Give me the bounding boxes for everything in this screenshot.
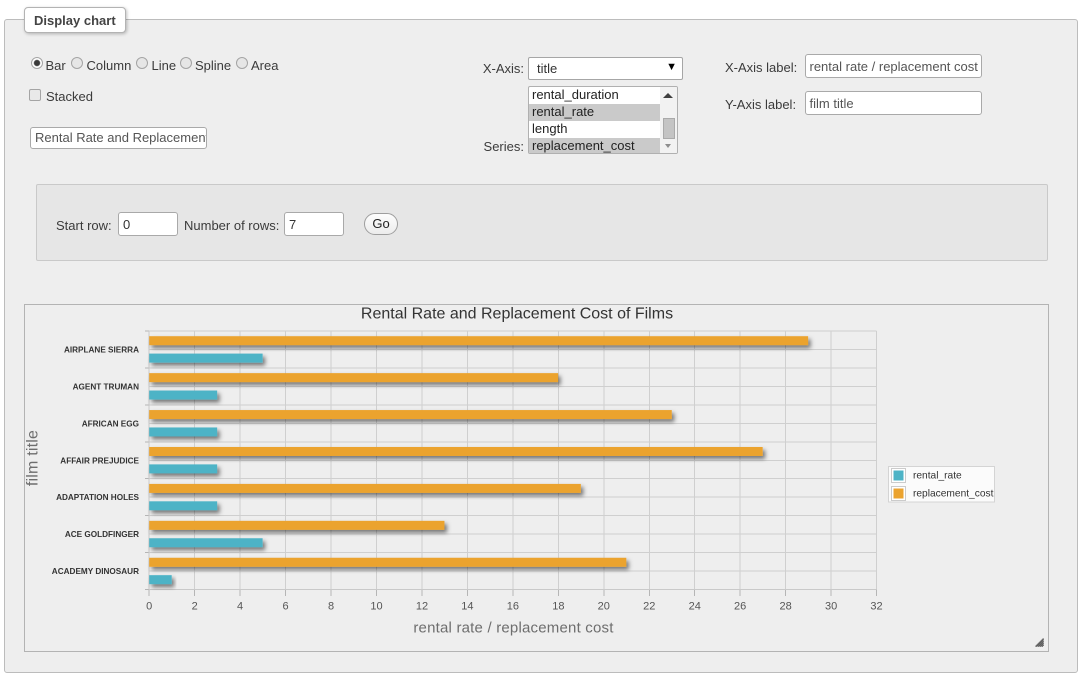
- svg-text:AFRICAN EGG: AFRICAN EGG: [82, 419, 139, 428]
- svg-text:12: 12: [416, 601, 428, 613]
- svg-text:6: 6: [283, 601, 289, 613]
- svg-text:ADAPTATION HOLES: ADAPTATION HOLES: [56, 493, 139, 502]
- svg-text:28: 28: [780, 601, 792, 613]
- svg-text:ACE GOLDFINGER: ACE GOLDFINGER: [65, 530, 139, 539]
- svg-text:AGENT TRUMAN: AGENT TRUMAN: [73, 382, 139, 391]
- svg-text:24: 24: [689, 601, 701, 613]
- svg-text:14: 14: [461, 601, 473, 613]
- svg-text:rental_rate: rental_rate: [913, 471, 962, 482]
- svg-text:26: 26: [734, 601, 746, 613]
- svg-text:10: 10: [370, 601, 382, 613]
- svg-text:rental rate / replacement cost: rental rate / replacement cost: [413, 620, 614, 637]
- svg-text:8: 8: [328, 601, 334, 613]
- svg-text:22: 22: [643, 601, 655, 613]
- svg-text:AIRPLANE SIERRA: AIRPLANE SIERRA: [64, 345, 139, 354]
- svg-text:20: 20: [598, 601, 610, 613]
- svg-text:AFFAIR PREJUDICE: AFFAIR PREJUDICE: [60, 456, 139, 465]
- svg-text:18: 18: [552, 601, 564, 613]
- svg-text:replacement_cost: replacement_cost: [913, 489, 994, 500]
- svg-text:0: 0: [146, 601, 152, 613]
- svg-text:2: 2: [192, 601, 198, 613]
- svg-text:4: 4: [237, 601, 243, 613]
- svg-text:30: 30: [825, 601, 837, 613]
- svg-text:film title: film title: [25, 430, 42, 486]
- svg-text:ACADEMY DINOSAUR: ACADEMY DINOSAUR: [52, 567, 139, 576]
- svg-text:32: 32: [870, 601, 882, 613]
- svg-text:16: 16: [507, 601, 519, 613]
- svg-text:Rental Rate and Replacement Co: Rental Rate and Replacement Cost of Film…: [361, 306, 673, 323]
